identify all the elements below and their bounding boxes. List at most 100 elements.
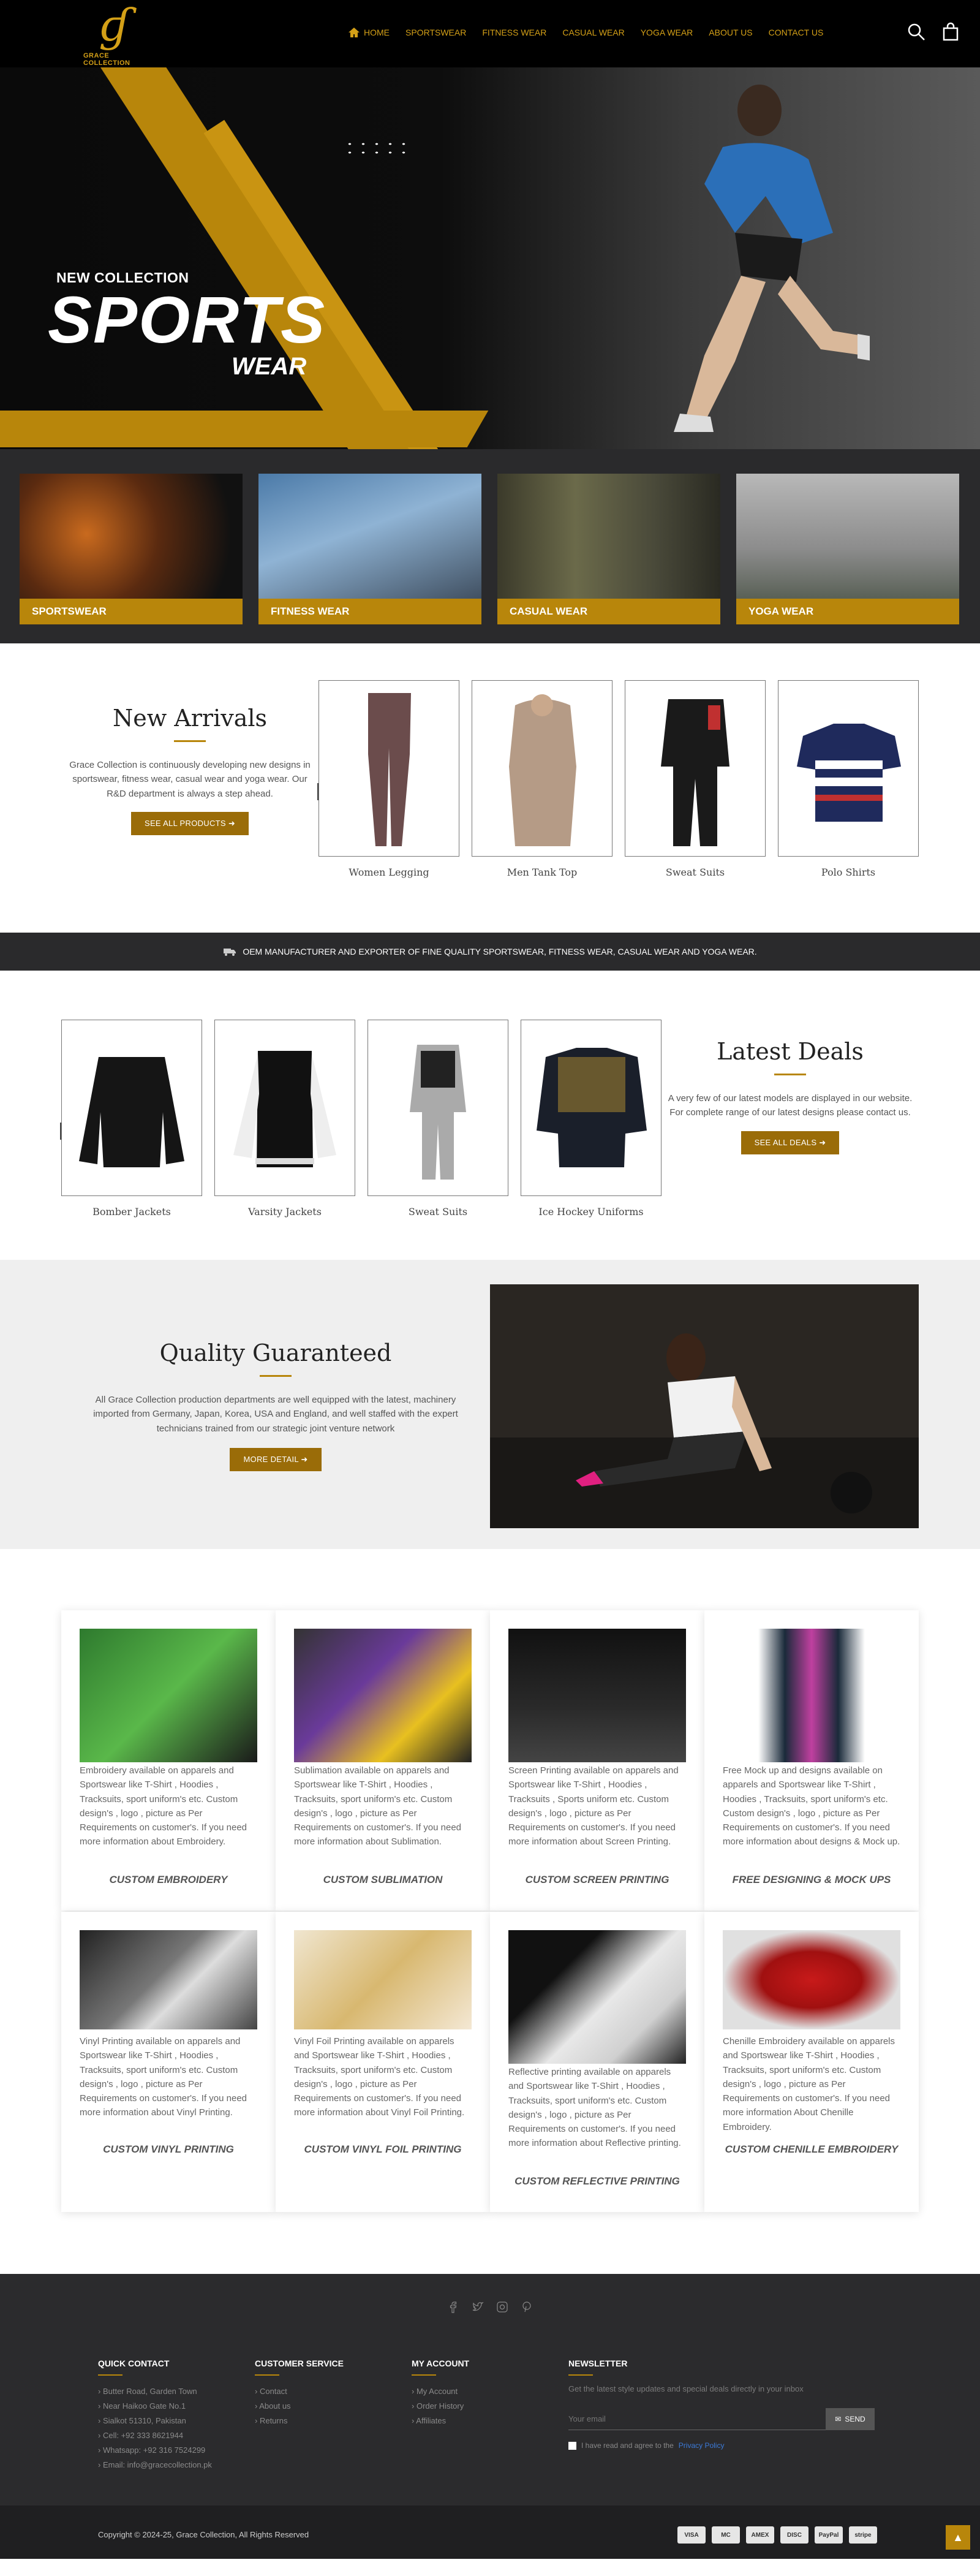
product-name[interactable]: Sweat Suits [625, 866, 766, 878]
product-card[interactable] [368, 1020, 508, 1196]
footer-link-affiliates[interactable]: › Affiliates [412, 2414, 469, 2428]
service-card[interactable]: Vinyl Printing available on apparels and… [61, 1912, 276, 2212]
product-card[interactable] [214, 1020, 355, 1196]
service-desc: Free Mock up and designs available on ap… [723, 1765, 900, 1847]
product-name[interactable]: Women Legging [318, 866, 459, 878]
service-desc: Reflective printing available on apparel… [508, 2067, 681, 2149]
see-all-deals-button[interactable]: SEE ALL DEALS ➜ [741, 1131, 840, 1154]
category-label: SPORTSWEAR [20, 599, 243, 624]
product-name[interactable]: Men Tank Top [472, 866, 612, 878]
contact-email[interactable]: › Email: info@gracecollection.pk [98, 2458, 212, 2472]
nav-contact-us[interactable]: CONTACT US [769, 28, 824, 37]
hero-banner[interactable]: NEW COLLECTION SPORTS WEAR [0, 67, 980, 449]
service-title: CUSTOM CHENILLE EMBROIDERY [725, 2143, 899, 2155]
newsletter-send-button[interactable]: ✉ SEND [826, 2408, 875, 2430]
nav-fitness-wear[interactable]: FITNESS WEAR [482, 28, 546, 37]
footer-link-contact[interactable]: › Contact [255, 2384, 344, 2399]
product-name[interactable]: Ice Hockey Uniforms [521, 1206, 662, 1218]
mastercard-icon: MC [712, 2526, 740, 2544]
footer-bottom-bar: Copyright © 2024-25, Grace Collection, A… [0, 2506, 980, 2559]
pinterest-icon[interactable] [521, 2301, 533, 2313]
discover-icon: DISC [780, 2526, 809, 2544]
section-text: Grace Collection is continuously develop… [69, 760, 311, 799]
service-card[interactable]: Screen Printing available on apparels an… [490, 1610, 704, 1911]
facebook-icon[interactable] [447, 2301, 459, 2313]
section-title: Quality Guaranteed [159, 1339, 392, 1366]
dot-pattern [343, 140, 410, 158]
button-label: SEE ALL PRODUCTS [144, 818, 226, 828]
category-band: SPORTSWEAR FITNESS WEAR CASUAL WEAR YOGA… [0, 449, 980, 643]
logo-text: GRACE COLLECTION [83, 52, 130, 67]
category-card-yoga-wear[interactable]: YOGA WEAR [736, 474, 959, 624]
site-footer: QUICK CONTACT › Butter Road, Garden Town… [0, 2274, 980, 2506]
footer-link-my-account[interactable]: › My Account [412, 2384, 469, 2399]
mail-icon: ✉ [835, 2415, 842, 2423]
more-detail-button[interactable]: MORE DETAIL ➜ [230, 1447, 322, 1471]
category-card-casual-wear[interactable]: CASUAL WEAR [497, 474, 720, 624]
bag-icon[interactable] [941, 22, 960, 42]
product-card[interactable] [778, 680, 919, 857]
contact-whatsapp[interactable]: › Whatsapp: +92 316 7524299 [98, 2443, 212, 2458]
privacy-policy-link[interactable]: Privacy Policy [679, 2441, 725, 2450]
newsletter-email-input[interactable] [568, 2408, 826, 2430]
title-underline [774, 1074, 806, 1075]
service-card[interactable]: Reflective printing available on apparel… [490, 1912, 704, 2212]
tank-top-image [509, 694, 576, 846]
product-card[interactable] [521, 1020, 662, 1196]
instagram-icon[interactable] [496, 2301, 508, 2313]
hero-headline: SPORTS [48, 282, 326, 357]
hockey-uniform-image [537, 1048, 647, 1167]
service-title: CUSTOM SCREEN PRINTING [525, 1874, 669, 1885]
twitter-icon[interactable] [472, 2301, 484, 2313]
service-desc: Vinyl Foil Printing available on apparel… [294, 2036, 465, 2118]
polo-shirt-image [797, 724, 901, 822]
nav-home[interactable]: HOME [348, 27, 390, 38]
button-label: MORE DETAIL [243, 1454, 299, 1464]
quality-section: Quality Guaranteed All Grace Collection … [0, 1260, 980, 1549]
service-card[interactable]: Sublimation available on apparels and Sp… [276, 1610, 490, 1911]
category-label: YOGA WEAR [736, 599, 959, 624]
nav-casual-wear[interactable]: CASUAL WEAR [562, 28, 624, 37]
product-name[interactable]: Bomber Jackets [61, 1206, 202, 1218]
product-name[interactable]: Polo Shirts [778, 866, 919, 878]
bomber-jacket-image [79, 1057, 184, 1167]
product-card[interactable] [625, 680, 766, 857]
service-title: CUSTOM REFLECTIVE PRINTING [514, 2175, 680, 2187]
category-card-fitness-wear[interactable]: FITNESS WEAR [258, 474, 481, 624]
sublimation-image [294, 1629, 472, 1762]
footer-link-order-history[interactable]: › Order History [412, 2399, 469, 2414]
footer-link-about[interactable]: › About us [255, 2399, 344, 2414]
product-card[interactable] [318, 680, 459, 857]
hero-sub: WEAR [232, 353, 307, 380]
logo[interactable]: ɠ GRACE COLLECTION [78, 3, 152, 67]
section-text: A very few of our latest models are disp… [668, 1093, 913, 1118]
copyright: Copyright © 2024-25, Grace Collection, A… [98, 2530, 309, 2539]
service-card[interactable]: Chenille Embroidery available on apparel… [704, 1912, 919, 2212]
service-card[interactable]: Vinyl Foil Printing available on apparel… [276, 1912, 490, 2212]
product-name[interactable]: Varsity Jackets [214, 1206, 355, 1218]
footer-link-returns[interactable]: › Returns [255, 2414, 344, 2428]
product-name[interactable]: Sweat Suits [368, 1206, 508, 1218]
service-title: CUSTOM VINYL PRINTING [103, 2143, 234, 2155]
footer-my-account: MY ACCOUNT › My Account › Order History … [412, 2358, 469, 2428]
service-card[interactable]: Free Mock up and designs available on ap… [704, 1610, 919, 1911]
back-to-top-icon[interactable]: ▲ [946, 2525, 970, 2550]
footer-heading: QUICK CONTACT [98, 2358, 170, 2368]
nav-yoga-wear[interactable]: YOGA WEAR [641, 28, 693, 37]
contact-cell[interactable]: › Cell: +92 333 8621944 [98, 2428, 212, 2443]
product-card[interactable] [472, 680, 612, 857]
nav-about-us[interactable]: ABOUT US [709, 28, 752, 37]
search-icon[interactable] [907, 22, 926, 42]
see-all-products-button[interactable]: SEE ALL PRODUCTS ➜ [130, 811, 249, 835]
site-header: ɠ GRACE COLLECTION HOME SPORTSWEAR FITNE… [0, 0, 980, 67]
contact-address-1: › Butter Road, Garden Town [98, 2387, 197, 2396]
privacy-checkbox[interactable] [568, 2441, 576, 2450]
section-text: All Grace Collection production departme… [93, 1395, 458, 1434]
send-label: SEND [845, 2415, 865, 2423]
product-card[interactable] [61, 1020, 202, 1196]
latest-deals-section: ‹ Bomber Jackets Varsity Jackets Sweat S… [0, 971, 980, 1260]
category-card-sportswear[interactable]: SPORTSWEAR [20, 474, 243, 624]
nav-sportswear[interactable]: SPORTSWEAR [405, 28, 466, 37]
paypal-icon: PayPal [815, 2526, 843, 2544]
service-card[interactable]: Embroidery available on apparels and Spo… [61, 1610, 276, 1911]
